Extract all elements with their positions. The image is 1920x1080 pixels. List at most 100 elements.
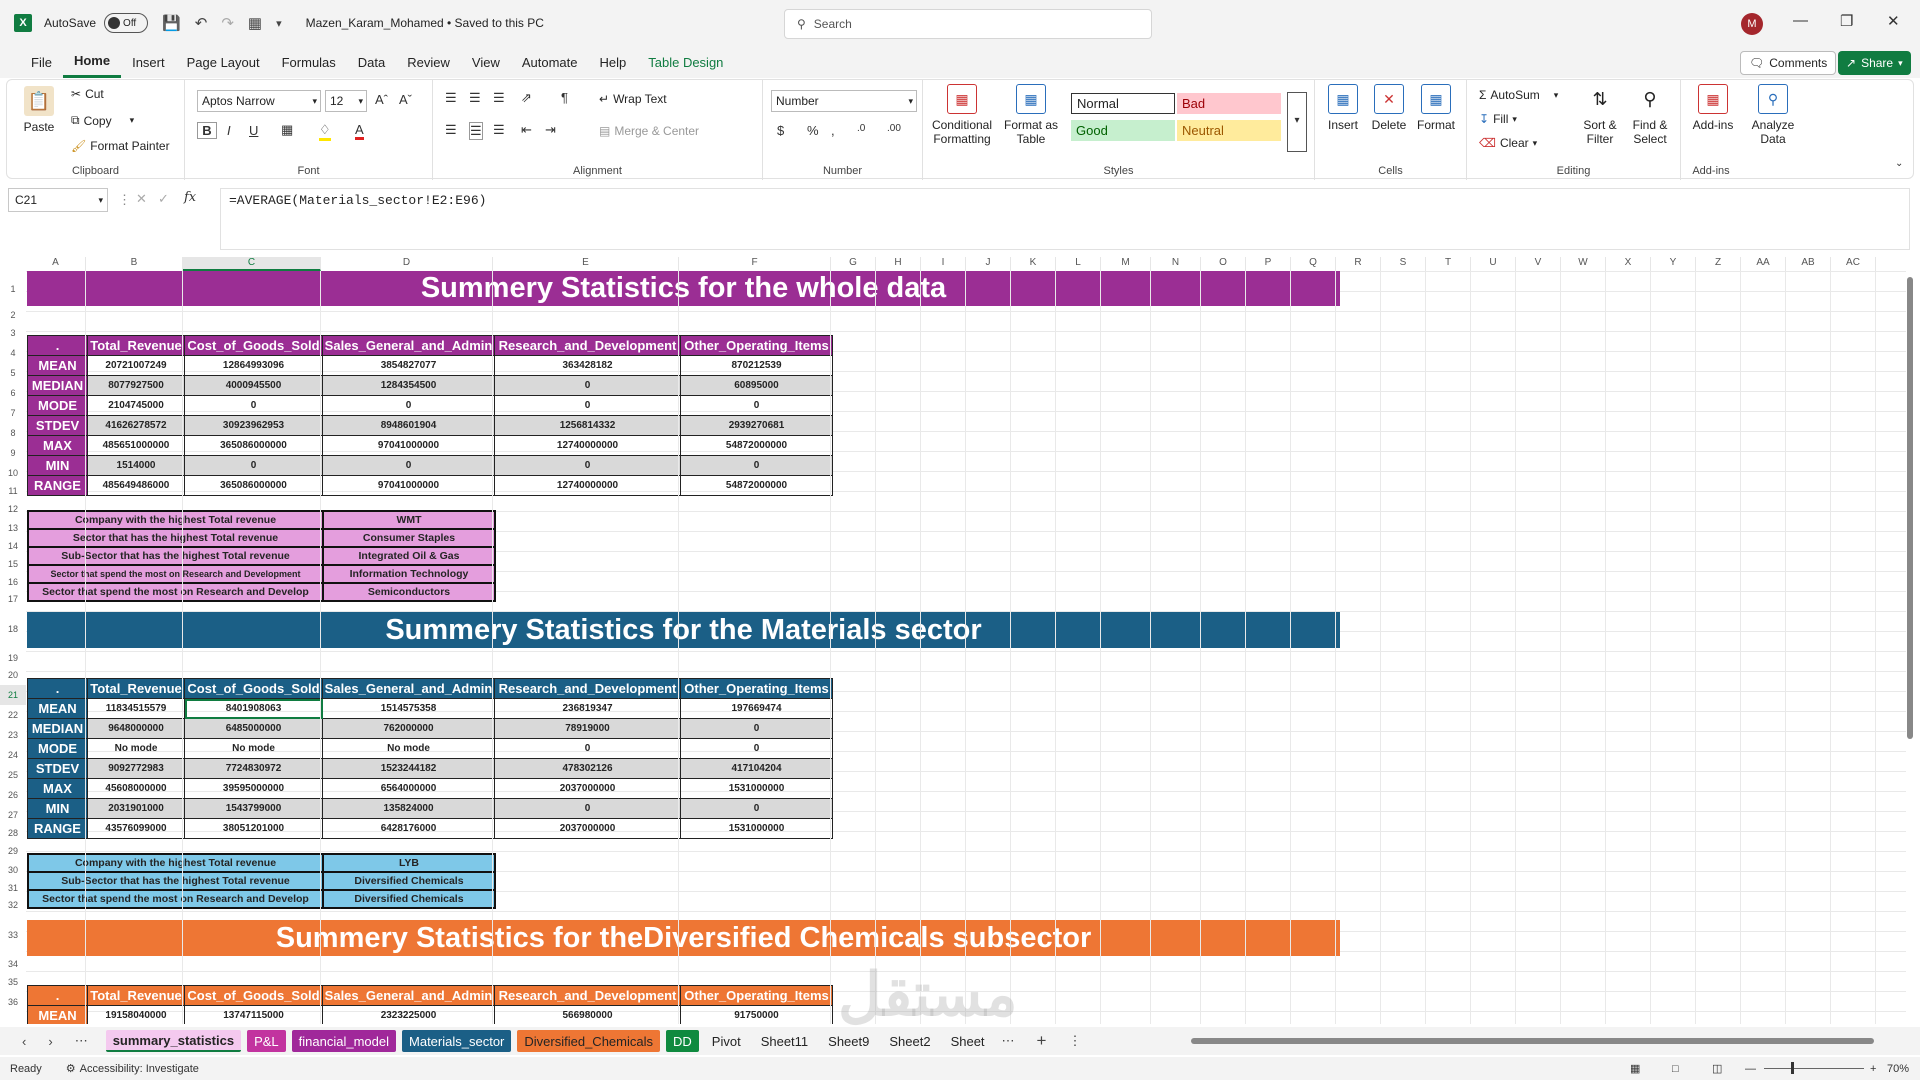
column-header-s[interactable]: S xyxy=(1381,257,1426,271)
section2-stat-value[interactable]: 2031901000 xyxy=(87,798,185,819)
section2-stat-value[interactable]: 1531000000 xyxy=(680,778,833,799)
name-box[interactable]: C21 ▾ xyxy=(8,188,108,212)
column-header-p[interactable]: P xyxy=(1246,257,1291,271)
comments-button[interactable]: 🗨 Comments xyxy=(1740,51,1837,75)
style-good[interactable]: Good xyxy=(1071,120,1175,141)
section1-stat-value[interactable]: 0 xyxy=(680,395,833,416)
section2-stat-value[interactable]: 9648000000 xyxy=(87,718,185,739)
column-header-o[interactable]: O xyxy=(1201,257,1246,271)
analyze-data-button[interactable]: ⚲ Analyze Data xyxy=(1747,84,1799,146)
style-bad[interactable]: Bad xyxy=(1177,93,1281,114)
menu-review[interactable]: Review xyxy=(396,46,461,78)
section2-stat-value[interactable]: 2037000000 xyxy=(494,818,681,839)
column-header-f[interactable]: F xyxy=(679,257,831,271)
menu-home[interactable]: Home xyxy=(62,46,122,78)
add-sheet-icon[interactable]: + xyxy=(1037,1031,1047,1051)
form-icon[interactable]: ▦ xyxy=(248,14,262,32)
row-header-14[interactable]: 14 xyxy=(0,537,26,555)
section2-stat-value[interactable]: 0 xyxy=(680,738,833,759)
section1-stat-value[interactable]: 485649486000 xyxy=(87,475,185,496)
collapse-ribbon-icon[interactable]: ⌄ xyxy=(1895,158,1903,169)
column-header-c[interactable]: C xyxy=(183,257,321,271)
section1-stat-value[interactable]: 363428182 xyxy=(494,355,681,376)
column-header-i[interactable]: I xyxy=(921,257,966,271)
sheet-tab-diversified-chemicals[interactable]: Diversified_Chemicals xyxy=(517,1030,660,1052)
section1-info-value[interactable]: Integrated Oil & Gas xyxy=(322,546,496,566)
section3-stat-label[interactable]: MEAN xyxy=(27,1005,88,1024)
section1-header-cell[interactable]: Total_Revenue xyxy=(87,335,185,356)
section1-stat-value[interactable]: 8948601904 xyxy=(322,415,495,436)
decrease-font-icon[interactable]: Aˇ xyxy=(399,92,412,107)
section1-stat-value[interactable]: 30923962953 xyxy=(184,415,323,436)
align-left-icon[interactable]: ☰ xyxy=(445,122,457,138)
column-header-j[interactable]: J xyxy=(966,257,1011,271)
section2-stat-label[interactable]: RANGE xyxy=(27,818,88,839)
insert-function-icon[interactable]: fx xyxy=(184,190,196,205)
section1-header-cell[interactable]: Research_and_Development xyxy=(494,335,681,356)
section1-stat-value[interactable]: 0 xyxy=(322,455,495,476)
font-name-select[interactable]: Aptos Narrow ▾ xyxy=(197,90,321,112)
section2-stat-value[interactable]: 0 xyxy=(680,798,833,819)
vertical-scrollbar[interactable] xyxy=(1904,271,1916,1024)
section1-stat-value[interactable]: 870212539 xyxy=(680,355,833,376)
sheet-tab-pivot[interactable]: Pivot xyxy=(705,1030,748,1052)
column-header-n[interactable]: N xyxy=(1151,257,1201,271)
section2-stat-label[interactable]: MEDIAN xyxy=(27,718,88,739)
page-layout-view-icon[interactable]: □ xyxy=(1672,1063,1679,1075)
column-header-e[interactable]: E xyxy=(493,257,679,271)
section1-info-value[interactable]: Information Technology xyxy=(322,564,496,584)
merge-center-button[interactable]: ▤ Merge & Center xyxy=(599,124,699,138)
font-size-select[interactable]: 12 ▾ xyxy=(325,90,367,112)
column-header-q[interactable]: Q xyxy=(1291,257,1336,271)
section1-stat-value[interactable]: 0 xyxy=(494,375,681,396)
section2-stat-value[interactable]: 11834515579 xyxy=(87,698,185,719)
row-header-15[interactable]: 15 xyxy=(0,555,26,573)
section2-stat-label[interactable]: MIN xyxy=(27,798,88,819)
section2-stat-value[interactable]: 39595000000 xyxy=(184,778,323,799)
row-header-19[interactable]: 19 xyxy=(0,650,26,665)
section1-stat-label[interactable]: MEAN xyxy=(27,355,88,376)
column-header-y[interactable]: Y xyxy=(1651,257,1696,271)
section2-stat-value[interactable]: 135824000 xyxy=(322,798,495,819)
conditional-formatting-button[interactable]: ▦ Conditional Formatting xyxy=(929,84,995,146)
section2-stat-value[interactable]: 7724830972 xyxy=(184,758,323,779)
column-header-z[interactable]: Z xyxy=(1696,257,1741,271)
zoom-out-icon[interactable]: — xyxy=(1745,1063,1756,1075)
autosum-button[interactable]: Σ AutoSum ▾ xyxy=(1479,88,1558,102)
section2-info-label[interactable]: Sector that spend the most on Research a… xyxy=(27,889,324,909)
normal-view-icon[interactable]: ▦ xyxy=(1630,1062,1640,1075)
section1-stat-value[interactable]: 41626278572 xyxy=(87,415,185,436)
row-header-3[interactable]: 3 xyxy=(0,323,26,343)
row-header-8[interactable]: 8 xyxy=(0,423,26,443)
decrease-indent-icon[interactable]: ⇤ xyxy=(521,122,532,138)
section1-stat-value[interactable]: 4000945500 xyxy=(184,375,323,396)
section2-stat-label[interactable]: MEAN xyxy=(27,698,88,719)
section2-stat-value[interactable]: 6564000000 xyxy=(322,778,495,799)
section1-stat-label[interactable]: MAX xyxy=(27,435,88,456)
sheet-tab-sheet9[interactable]: Sheet9 xyxy=(821,1030,876,1052)
section1-stat-label[interactable]: MIN xyxy=(27,455,88,476)
align-middle-icon[interactable]: ☰ xyxy=(469,90,481,106)
section2-header-cell[interactable]: Cost_of_Goods_Sold xyxy=(184,678,323,699)
section2-stat-value[interactable]: No mode xyxy=(184,738,323,759)
menu-page-layout[interactable]: Page Layout xyxy=(176,46,271,78)
column-header-v[interactable]: V xyxy=(1516,257,1561,271)
menu-formulas[interactable]: Formulas xyxy=(271,46,347,78)
font-color-icon[interactable]: A xyxy=(355,122,364,140)
menu-data[interactable]: Data xyxy=(347,46,396,78)
zoom-level[interactable]: 70% xyxy=(1887,1063,1909,1075)
tab-options-icon[interactable]: ⋮ xyxy=(1068,1033,1081,1049)
section1-stat-value[interactable]: 54872000000 xyxy=(680,435,833,456)
section1-stat-value[interactable]: 2939270681 xyxy=(680,415,833,436)
customize-qat-icon[interactable]: ▾ xyxy=(276,17,282,30)
section2-stat-value[interactable]: 1523244182 xyxy=(322,758,495,779)
vertical-scroll-thumb[interactable] xyxy=(1907,277,1913,739)
options-dots-icon[interactable]: ⋮ xyxy=(118,192,131,208)
row-header-17[interactable]: 17 xyxy=(0,591,26,607)
format-cells-button[interactable]: ▦ Format xyxy=(1413,84,1459,132)
section1-stat-value[interactable]: 12740000000 xyxy=(494,435,681,456)
section2-header-cell[interactable]: Total_Revenue xyxy=(87,678,185,699)
section1-stat-value[interactable]: 2104745000 xyxy=(87,395,185,416)
avatar[interactable]: M xyxy=(1741,13,1763,35)
section1-stat-value[interactable]: 60895000 xyxy=(680,375,833,396)
